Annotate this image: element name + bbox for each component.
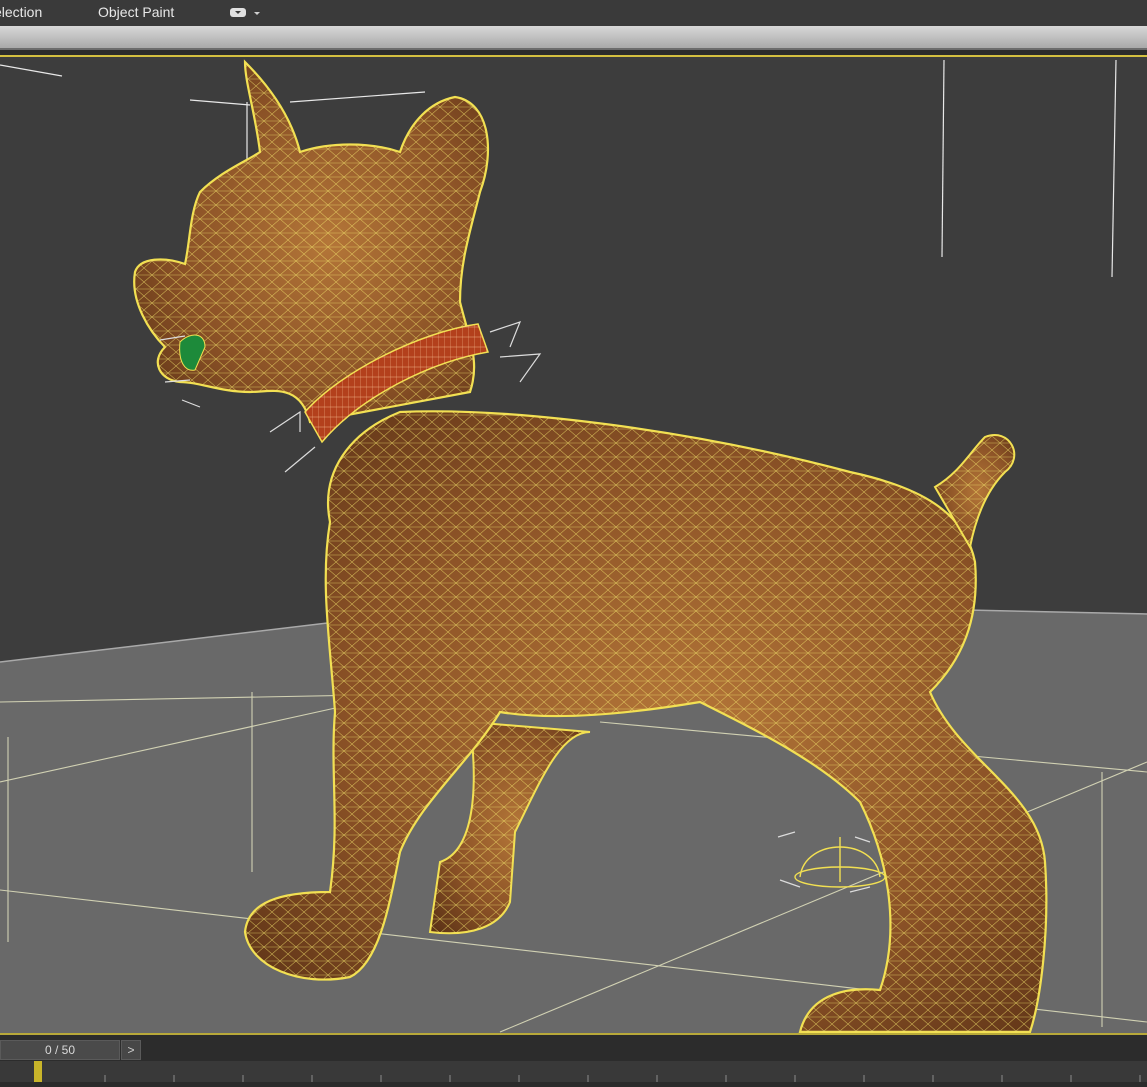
viewport-title-strip: [0, 26, 1147, 50]
time-track[interactable]: [0, 1061, 1147, 1082]
menu-dropdown-icon[interactable]: [230, 6, 260, 20]
scene-helper-lines: [0, 59, 1117, 278]
perspective-viewport[interactable]: [0, 55, 1147, 1035]
next-frame-button[interactable]: >: [121, 1040, 141, 1060]
frame-ticks: [35, 1075, 1141, 1082]
time-slider-handle[interactable]: [34, 1061, 42, 1082]
menu-item-object-paint[interactable]: Object Paint: [98, 4, 174, 20]
menu-bar: election Object Paint: [0, 0, 1147, 26]
frame-counter[interactable]: 0 / 50: [0, 1040, 120, 1060]
timeline-bar: 0 / 50 >: [0, 1033, 1147, 1082]
scene-render: [0, 59, 1147, 1035]
menu-item-selection[interactable]: election: [0, 4, 42, 20]
